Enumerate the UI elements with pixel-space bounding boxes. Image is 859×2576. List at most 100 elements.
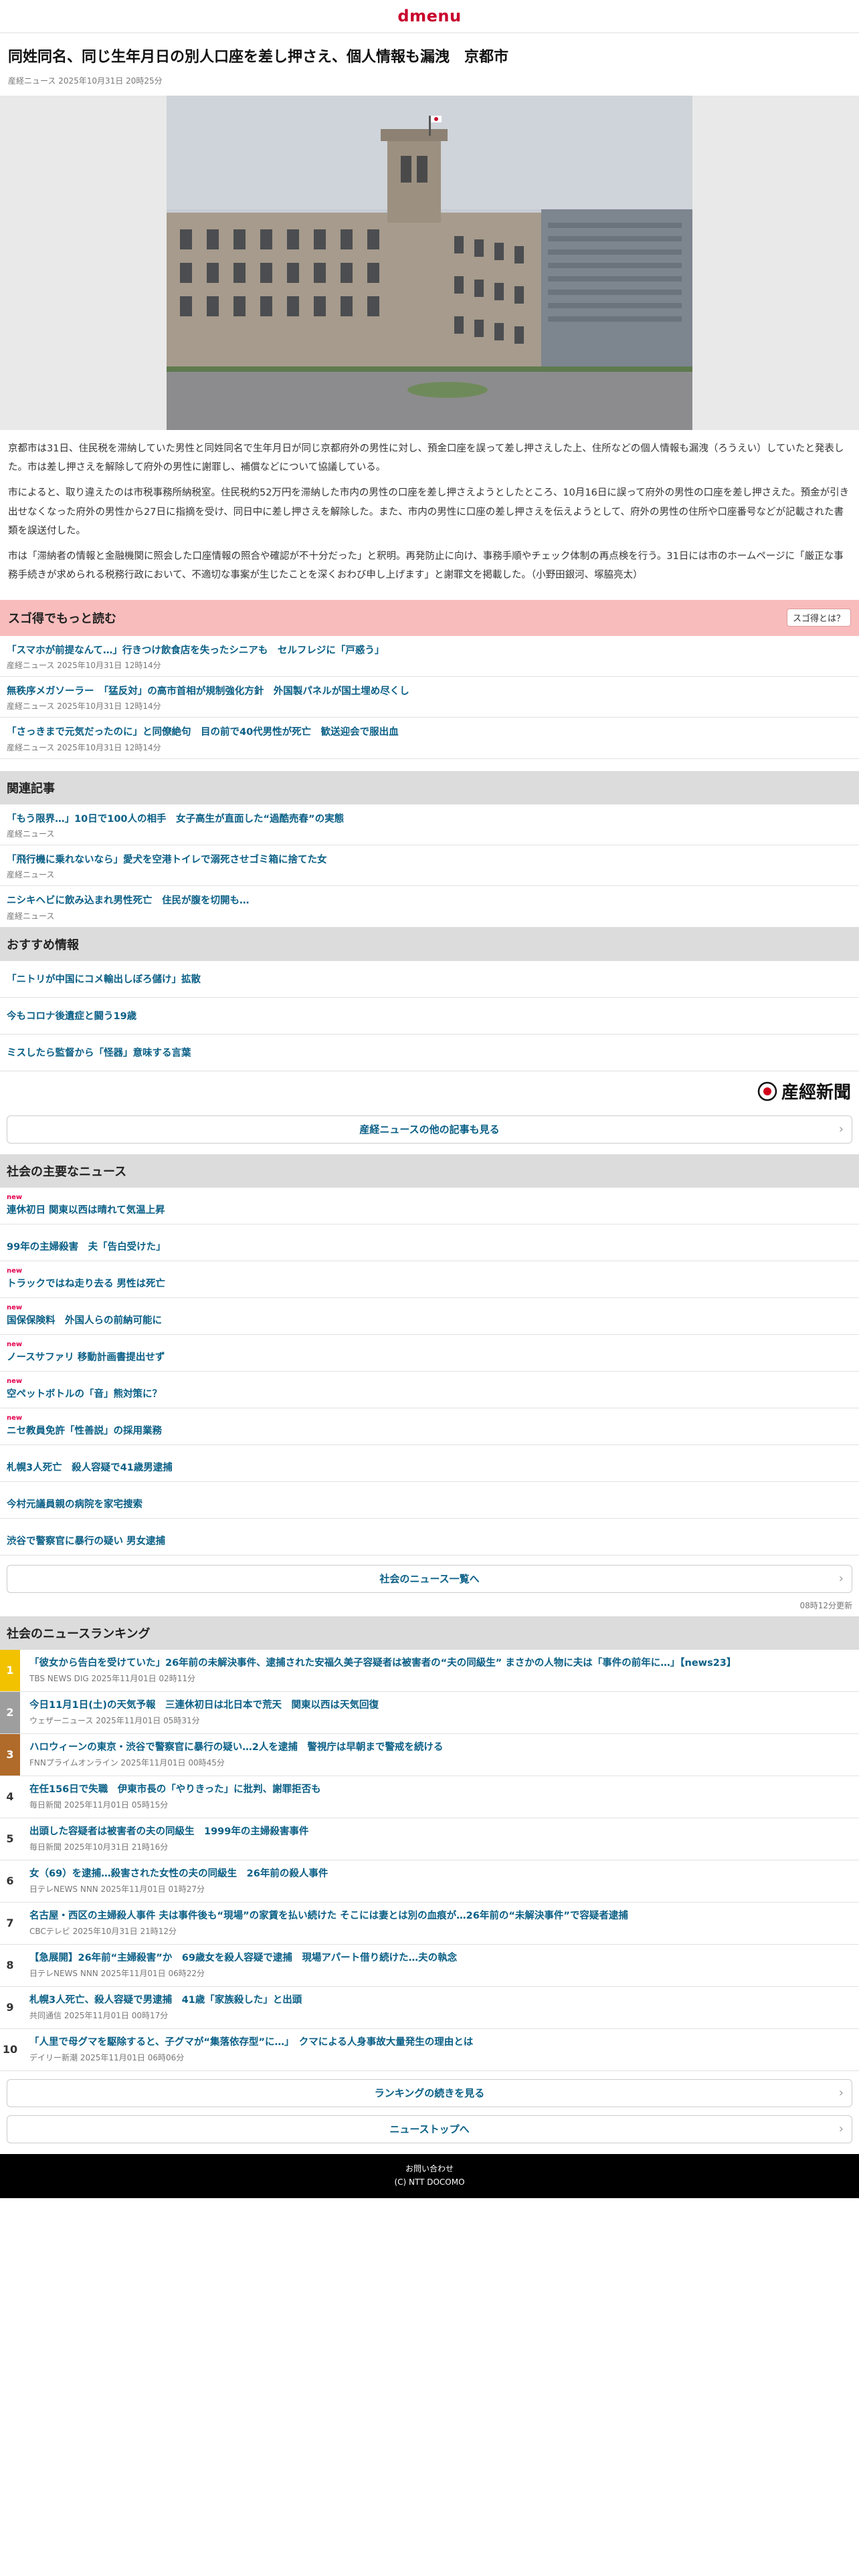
ranking-meta: 日テレNEWS NNN 2025年11月01日 06時22分 [29, 1968, 205, 1978]
list-item-link[interactable]: 無秩序メガソーラー 「猛反対」の高市首相が規制強化方針 外国製パネルが国土埋め尽… [7, 685, 852, 698]
list-item[interactable]: new ニセ教員免許「性善説」の採用業務 [0, 1408, 859, 1445]
ranking-meta: ウェザーニュース 2025年11月01日 05時31分 [29, 1715, 200, 1725]
list-item[interactable]: 「もう限界…」10日で100人の相手 女子高生が直面した“過酷売春”の実態 産経… [0, 804, 859, 845]
list-item-link[interactable]: 渋谷で警察官に暴行の疑い 男女逮捕 [7, 1533, 852, 1547]
list-item-link[interactable]: ミスしたら監督から「怪器」意味する言葉 [7, 1045, 191, 1059]
list-item-link[interactable]: 札幌3人死亡 殺人容疑で41歳男逮捕 [7, 1460, 852, 1474]
copyright: (C) NTT DOCOMO [394, 2177, 465, 2187]
list-item-link[interactable]: ニシキヘビに飲み込まれ男性死亡 住民が腹を切開も… [7, 894, 852, 907]
ranking-item[interactable]: 10 「人里で母グマを駆除すると、子グマが“集落依存型”に…」 クマによる人身事… [0, 2029, 859, 2071]
ranking-header: 社会のニュースランキング [0, 1616, 859, 1650]
list-item-link[interactable]: 「もう限界…」10日で100人の相手 女子高生が直面した“過酷売春”の実態 [7, 813, 852, 826]
ranking-link[interactable]: 【急展開】26年前“主婦殺害”か 69歳女を殺人容疑で逮捕 現場アパート借り続け… [29, 1951, 852, 1965]
more-sankei-label: 産経ニュースの他の記事も見る [359, 1123, 500, 1136]
related-list: 「もう限界…」10日で100人の相手 女子高生が直面した“過酷売春”の実態 産経… [0, 804, 859, 928]
ranking-link[interactable]: 在任156日で失職 伊東市長の「やりきった」に批判、謝罪拒否も [29, 1783, 852, 1797]
list-item[interactable]: 「さっきまで元気だったのに」と同僚絶句 目の前で40代男性が死亡 歓送迎会で服出… [0, 718, 859, 759]
list-item[interactable]: 「ニトリが中国にコメ輸出しぼろ儲け」拡散 [0, 961, 859, 998]
news-top-button[interactable]: ニューストップへ › [7, 2115, 852, 2143]
ranking-meta: 毎日新聞 2025年11月01日 05時15分 [29, 1800, 169, 1810]
social-news-title: 社会の主要なニュース [7, 1164, 127, 1179]
list-item[interactable]: 「スマホが前提なんて…」行きつけ飲食店を失ったシニアも セルフレジに「戸惑う」 … [0, 636, 859, 677]
ranking-item[interactable]: 8 【急展開】26年前“主婦殺害”か 69歳女を殺人容疑で逮捕 現場アパート借り… [0, 1945, 859, 1987]
list-item-link[interactable]: 「飛行機に乗れないなら」愛犬を空港トイレで溺死させゴミ箱に捨てた女 [7, 853, 852, 867]
ranking-item[interactable]: 1 「彼女から告白を受けていた」26年前の未解決事件、逮捕された安福久美子容疑者… [0, 1649, 859, 1692]
ranking-link[interactable]: 札幌3人死亡、殺人容疑で男逮捕 41歳「家族殺した」と出頭 [29, 1994, 852, 2008]
ranking-link[interactable]: ハロウィーンの東京・渋谷で警察官に暴行の疑い…2人を逮捕 警視庁は早朝まで警戒を… [29, 1741, 852, 1755]
sugotoku-about-button[interactable]: スゴ得とは？ [786, 609, 851, 627]
list-item-link[interactable]: トラックではね走り去る 男性は死亡 [7, 1276, 852, 1290]
kyoto-city-hall-photo [167, 95, 692, 430]
sugotoku-header: スゴ得でもっと読む スゴ得とは？ [0, 599, 859, 636]
ranking-more-label: ランキングの続きを見る [374, 2087, 485, 2100]
site-header: dmenu [0, 0, 859, 33]
list-item-link[interactable]: ニセ教員免許「性善説」の採用業務 [7, 1423, 852, 1437]
ranking-more-button[interactable]: ランキングの続きを見る › [7, 2078, 852, 2107]
contact-link[interactable]: お問い合わせ [405, 2163, 454, 2175]
list-item[interactable]: ミスしたら監督から「怪器」意味する言葉 [0, 1035, 859, 1071]
social-news-more-button[interactable]: 社会のニュース一覧へ › [7, 1564, 852, 1593]
chevron-right-icon: › [838, 2085, 844, 2100]
list-item-link[interactable]: 「スマホが前提なんて…」行きつけ飲食店を失ったシニアも セルフレジに「戸惑う」 [7, 644, 852, 657]
dmenu-logo[interactable]: dmenu [397, 7, 461, 25]
rank-number: 2 [0, 1691, 20, 1733]
ranking-item[interactable]: 6 女（69）を逮捕…殺害された女性の夫の同級生 26年前の殺人事件 日テレNEW… [0, 1860, 859, 1903]
list-item-link[interactable]: 国保保険料 外国人らの前納可能に [7, 1313, 852, 1327]
list-item-link[interactable]: 99年の主婦殺害 夫「告白受けた」 [7, 1239, 852, 1253]
list-item[interactable]: new 空ペットボトルの「音」熊対策に？ [0, 1372, 859, 1408]
article-body: 京都市は31日、住民税を滞納していた男性と同姓同名で生年月日が同じ京都府外の男性… [8, 439, 851, 585]
list-item[interactable]: 「飛行機に乗れないなら」愛犬を空港トイレで溺死させゴミ箱に捨てた女 産経ニュース [0, 845, 859, 887]
list-item-link[interactable]: 連休初日 関東以西は晴れて気温上昇 [7, 1202, 852, 1216]
list-item[interactable]: ニシキヘビに飲み込まれ男性死亡 住民が腹を切開も… 産経ニュース [0, 886, 859, 928]
list-item[interactable]: new ノースサファリ 移動計画書提出せず [0, 1335, 859, 1372]
ranking-link[interactable]: 名古屋・西区の主婦殺人事件 夫は事件後も“現場”の家賃を払い続けた そこには妻と… [29, 1909, 852, 1923]
list-item[interactable]: 99年の主婦殺害 夫「告白受けた」 [0, 1224, 859, 1261]
ranking-item[interactable]: 9 札幌3人死亡、殺人容疑で男逮捕 41歳「家族殺した」と出頭 共同通信 2025… [0, 1987, 859, 2029]
list-item-meta: 産経ニュース 2025年10月31日 12時14分 [7, 742, 161, 752]
list-item[interactable]: 札幌3人死亡 殺人容疑で41歳男逮捕 [0, 1445, 859, 1482]
chevron-right-icon: › [838, 1121, 844, 1136]
chevron-right-icon: › [838, 2121, 844, 2136]
rank-number: 7 [6, 1917, 14, 1930]
list-item[interactable]: new 連休初日 関東以西は晴れて気温上昇 [0, 1188, 859, 1224]
related-title: 関連記事 [7, 781, 55, 796]
ranking-item[interactable]: 4 在任156日で失職 伊東市長の「やりきった」に批判、謝罪拒否も 毎日新聞 20… [0, 1776, 859, 1818]
ranking-item[interactable]: 2 今日11月1日(土)の天気予報 三連休初日は北日本で荒天 関東以西は天気回復… [0, 1691, 859, 1734]
list-item-link[interactable]: ノースサファリ 移動計画書提出せず [7, 1350, 852, 1364]
ranking-item[interactable]: 7 名古屋・西区の主婦殺人事件 夫は事件後も“現場”の家賃を払い続けた そこには… [0, 1903, 859, 1945]
list-item[interactable]: new 国保保険料 外国人らの前納可能に [0, 1298, 859, 1335]
ranking-meta: CBCテレビ 2025年10月31日 21時12分 [29, 1926, 177, 1936]
list-item-link[interactable]: 「さっきまで元気だったのに」と同僚絶句 目の前で40代男性が死亡 歓送迎会で服出… [7, 726, 852, 739]
list-item-link[interactable]: 空ペットボトルの「音」熊対策に？ [7, 1386, 852, 1400]
brand-row: 産經新聞 [0, 1071, 859, 1111]
list-item-meta: 産経ニュース [7, 870, 55, 880]
list-item-link[interactable]: 「ニトリが中国にコメ輸出しぼろ儲け」拡散 [7, 972, 201, 986]
list-item-link[interactable]: 今もコロナ後遺症と闘う19歳 [7, 1008, 136, 1023]
list-item[interactable]: 無秩序メガソーラー 「猛反対」の高市首相が規制強化方針 外国製パネルが国土埋め尽… [0, 677, 859, 718]
list-item[interactable]: 今村元議員親の病院を家宅捜索 [0, 1482, 859, 1519]
list-item[interactable]: 今もコロナ後遺症と闘う19歳 [0, 998, 859, 1035]
list-item[interactable]: new トラックではね走り去る 男性は死亡 [0, 1261, 859, 1298]
ranking-item[interactable]: 5 出頭した容疑者は被害者の夫の同級生 1999年の主婦殺害事件 毎日新聞 202… [0, 1818, 859, 1860]
ranking-link[interactable]: 女（69）を逮捕…殺害された女性の夫の同級生 26年前の殺人事件 [29, 1867, 852, 1881]
site-footer: お問い合わせ (C) NTT DOCOMO [0, 2153, 859, 2198]
list-item-link[interactable]: 今村元議員親の病院を家宅捜索 [7, 1497, 852, 1511]
related-header: 関連記事 [0, 770, 859, 804]
new-badge [7, 1452, 852, 1460]
new-badge: new [7, 1194, 23, 1202]
list-item[interactable]: 渋谷で警察官に暴行の疑い 男女逮捕 [0, 1519, 859, 1555]
new-badge: new [7, 1378, 23, 1386]
rank-number: 10 [2, 2043, 18, 2056]
social-news-more-label: 社会のニュース一覧へ [379, 1573, 480, 1586]
ranking-link[interactable]: 「人里で母グマを駆除すると、子グマが“集落依存型”に…」 クマによる人身事故大量… [29, 2036, 852, 2050]
ranking-meta: 日テレNEWS NNN 2025年11月01日 01時27分 [29, 1884, 205, 1894]
ranking-item[interactable]: 3 ハロウィーンの東京・渋谷で警察官に暴行の疑い…2人を逮捕 警視庁は早朝まで警… [0, 1733, 859, 1776]
sankei-logo[interactable]: 産經新聞 [757, 1079, 851, 1103]
list-item-meta: 産経ニュース 2025年10月31日 12時14分 [7, 661, 161, 671]
ranking-title: 社会のニュースランキング [7, 1626, 151, 1641]
more-sankei-button[interactable]: 産経ニュースの他の記事も見る › [7, 1115, 852, 1144]
ranking-link[interactable]: 「彼女から告白を受けていた」26年前の未解決事件、逮捕された安福久美子容疑者は被… [29, 1656, 852, 1671]
ranking-link[interactable]: 今日11月1日(土)の天気予報 三連休初日は北日本で荒天 関東以西は天気回復 [29, 1699, 852, 1713]
ranking-link[interactable]: 出頭した容疑者は被害者の夫の同級生 1999年の主婦殺害事件 [29, 1825, 852, 1839]
sankei-logo-text: 産經新聞 [781, 1083, 851, 1103]
